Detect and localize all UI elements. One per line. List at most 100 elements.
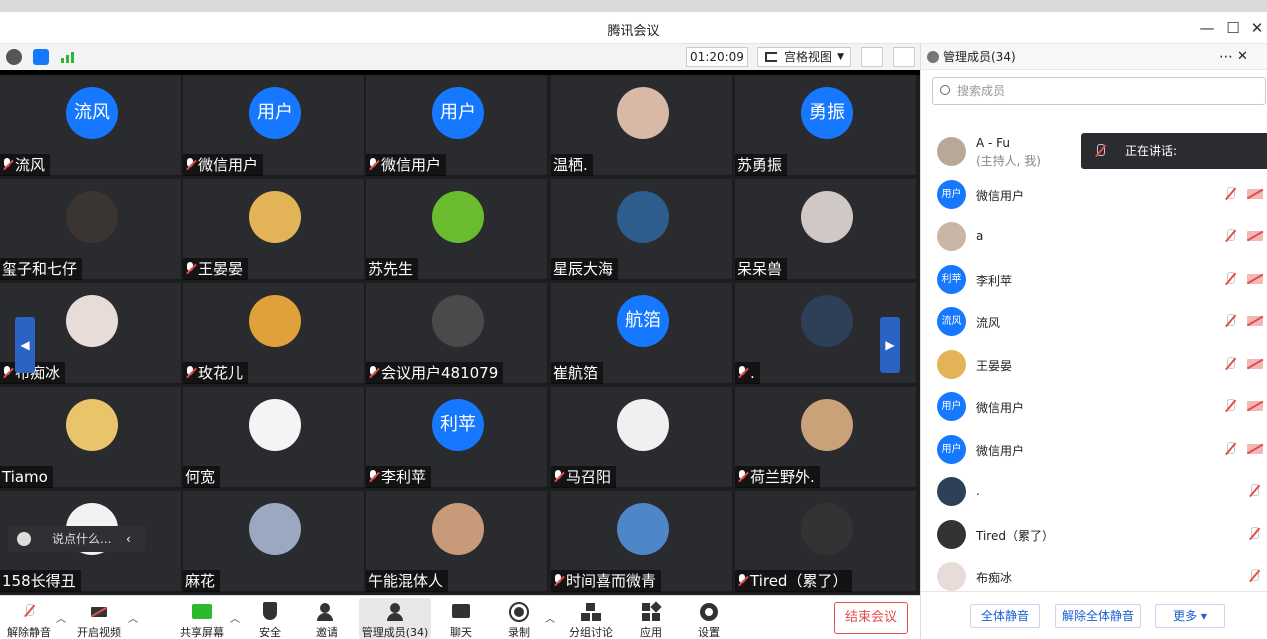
participant-tile[interactable]: 利苹 李利苹: [366, 387, 549, 489]
mic-muted-icon[interactable]: [1223, 186, 1237, 202]
start-video-button[interactable]: 开启视频: [74, 598, 124, 639]
meeting-area: 01:20:09 宫格视图 ▼ 流风 流风 用户 微信用户 用户 微信用户 温栖. 勇振 苏勇振…: [0, 44, 920, 639]
mic-muted-icon[interactable]: [1223, 398, 1237, 414]
mic-muted-icon[interactable]: [1247, 483, 1261, 499]
next-page-button[interactable]: ▶: [880, 317, 900, 373]
participant-tile[interactable]: 麻花: [183, 491, 366, 593]
mic-muted-icon[interactable]: [1223, 313, 1237, 329]
audio-options-caret[interactable]: ︿: [56, 610, 66, 625]
participant-tile[interactable]: 用户 微信用户: [183, 75, 366, 177]
member-avatar: [937, 477, 966, 506]
mic-muted-icon[interactable]: [1247, 526, 1261, 542]
camera-off-icon[interactable]: [1247, 316, 1263, 326]
manage-members-button[interactable]: 管理成员(34): [359, 598, 431, 639]
participant-tile[interactable]: 时间喜而微青: [551, 491, 734, 593]
camera-off-icon[interactable]: [1247, 358, 1263, 369]
member-row[interactable]: 用户 微信用户: [921, 428, 1267, 470]
shield-icon[interactable]: [33, 49, 49, 65]
participant-tile[interactable]: 星辰大海: [551, 179, 734, 281]
participant-tile[interactable]: 会议用户481079: [366, 283, 549, 385]
members-panel: 管理成员(34) ⋯ ✕ 搜索成员 A - Fu (主持人, 我) 用户 微信用户 a 利…: [920, 44, 1267, 639]
maximize-button[interactable]: ☐: [1222, 18, 1244, 38]
participant-tile[interactable]: 玫花儿: [183, 283, 366, 385]
chat-input[interactable]: 说点什么... ‹: [8, 526, 145, 552]
participant-tile[interactable]: 航箔 崔航箔: [551, 283, 734, 385]
camera-off-icon[interactable]: [1247, 401, 1263, 411]
participant-name-label: 苏先生: [366, 258, 419, 280]
mic-muted-icon[interactable]: [1223, 228, 1237, 244]
mic-muted-icon[interactable]: [1247, 568, 1261, 584]
participant-name-label: 苏勇振: [735, 154, 788, 176]
mic-muted-icon[interactable]: [1223, 441, 1237, 457]
end-meeting-button[interactable]: 结束会议: [834, 602, 908, 634]
unmute-all-button[interactable]: 解除全体静音: [1055, 604, 1141, 628]
participant-tile[interactable]: 苏先生: [366, 179, 549, 281]
sidebar-toggle-button[interactable]: [893, 47, 915, 67]
record-button[interactable]: 录制: [499, 598, 539, 639]
member-search-input[interactable]: 搜索成员: [932, 77, 1266, 105]
member-row[interactable]: a: [921, 215, 1267, 257]
invite-button[interactable]: 邀请: [307, 598, 347, 639]
record-options-caret[interactable]: ︿: [545, 610, 555, 625]
mute-all-button[interactable]: 全体静音: [970, 604, 1040, 628]
member-row[interactable]: 用户 微信用户: [921, 173, 1267, 215]
minimize-button[interactable]: —: [1196, 18, 1218, 38]
security-button[interactable]: 安全: [250, 598, 290, 639]
info-icon[interactable]: [6, 49, 22, 65]
participant-tile[interactable]: 玺子和七仔: [0, 179, 183, 281]
participant-tile[interactable]: 何宽: [183, 387, 366, 489]
unmute-button[interactable]: 解除静音: [6, 598, 52, 639]
participant-tile[interactable]: 午能混体人: [366, 491, 549, 593]
signal-icon[interactable]: [60, 49, 76, 65]
breakout-rooms-button[interactable]: 分组讨论: [567, 598, 615, 639]
member-row[interactable]: .: [921, 470, 1267, 512]
chat-button[interactable]: 聊天: [441, 598, 481, 639]
member-row[interactable]: Tired（累了）: [921, 513, 1267, 555]
participant-tile[interactable]: 荷兰野外.: [735, 387, 918, 489]
video-options-caret[interactable]: ︿: [128, 610, 138, 625]
member-name: 微信用户: [976, 188, 1025, 203]
participant-tile[interactable]: 流风 流风: [0, 75, 183, 177]
mic-muted-icon: [2, 366, 13, 380]
prev-page-button[interactable]: ◀: [15, 317, 35, 373]
participant-tile[interactable]: 温栖.: [551, 75, 734, 177]
more-button[interactable]: 更多 ▾: [1155, 604, 1225, 628]
camera-off-icon[interactable]: [1247, 443, 1263, 454]
more-options-icon[interactable]: ⋯: [1219, 44, 1233, 70]
participant-tile[interactable]: Tired（累了）: [735, 491, 918, 593]
participant-avatar: [801, 503, 853, 555]
member-row[interactable]: 利苹 李利苹: [921, 258, 1267, 300]
share-screen-button[interactable]: 共享屏幕: [176, 598, 228, 639]
participant-tile[interactable]: 勇振 苏勇振: [735, 75, 918, 177]
participant-tile[interactable]: Tiamo: [0, 387, 183, 489]
camera-off-icon[interactable]: [1247, 231, 1263, 241]
emoji-icon[interactable]: [17, 532, 31, 546]
mic-muted-icon[interactable]: [1223, 356, 1237, 372]
member-row[interactable]: 王晏晏: [921, 343, 1267, 385]
window-title: 腾讯会议: [607, 24, 660, 39]
meeting-timer: 01:20:09: [686, 47, 748, 67]
participant-tile[interactable]: 王晏晏: [183, 179, 366, 281]
fullscreen-button[interactable]: [861, 47, 883, 67]
view-mode-dropdown[interactable]: 宫格视图 ▼: [757, 47, 851, 67]
close-window-button[interactable]: ✕: [1246, 18, 1267, 38]
close-panel-icon[interactable]: ✕: [1237, 44, 1248, 70]
participant-avatar: 航箔: [617, 295, 669, 347]
camera-off-icon[interactable]: [1247, 273, 1263, 284]
participant-name-label: 微信用户: [366, 154, 447, 176]
participant-name-label: 李利苹: [366, 466, 432, 488]
participant-tile[interactable]: 用户 微信用户: [366, 75, 549, 177]
participant-tile[interactable]: 呆呆兽: [735, 179, 918, 281]
participant-tile[interactable]: 马召阳: [551, 387, 734, 489]
participant-name-label: Tired（累了）: [735, 570, 853, 592]
member-row[interactable]: 用户 微信用户: [921, 385, 1267, 427]
share-options-caret[interactable]: ︿: [230, 610, 240, 625]
apps-button[interactable]: 应用: [631, 598, 671, 639]
participant-name: 马召阳: [566, 468, 612, 486]
settings-button[interactable]: 设置: [689, 598, 729, 639]
mic-muted-icon[interactable]: [1223, 271, 1237, 287]
collapse-chat-icon[interactable]: ‹: [126, 526, 131, 552]
member-row[interactable]: 流风 流风: [921, 300, 1267, 342]
mic-muted-icon: [185, 262, 196, 276]
camera-off-icon[interactable]: [1247, 188, 1263, 199]
